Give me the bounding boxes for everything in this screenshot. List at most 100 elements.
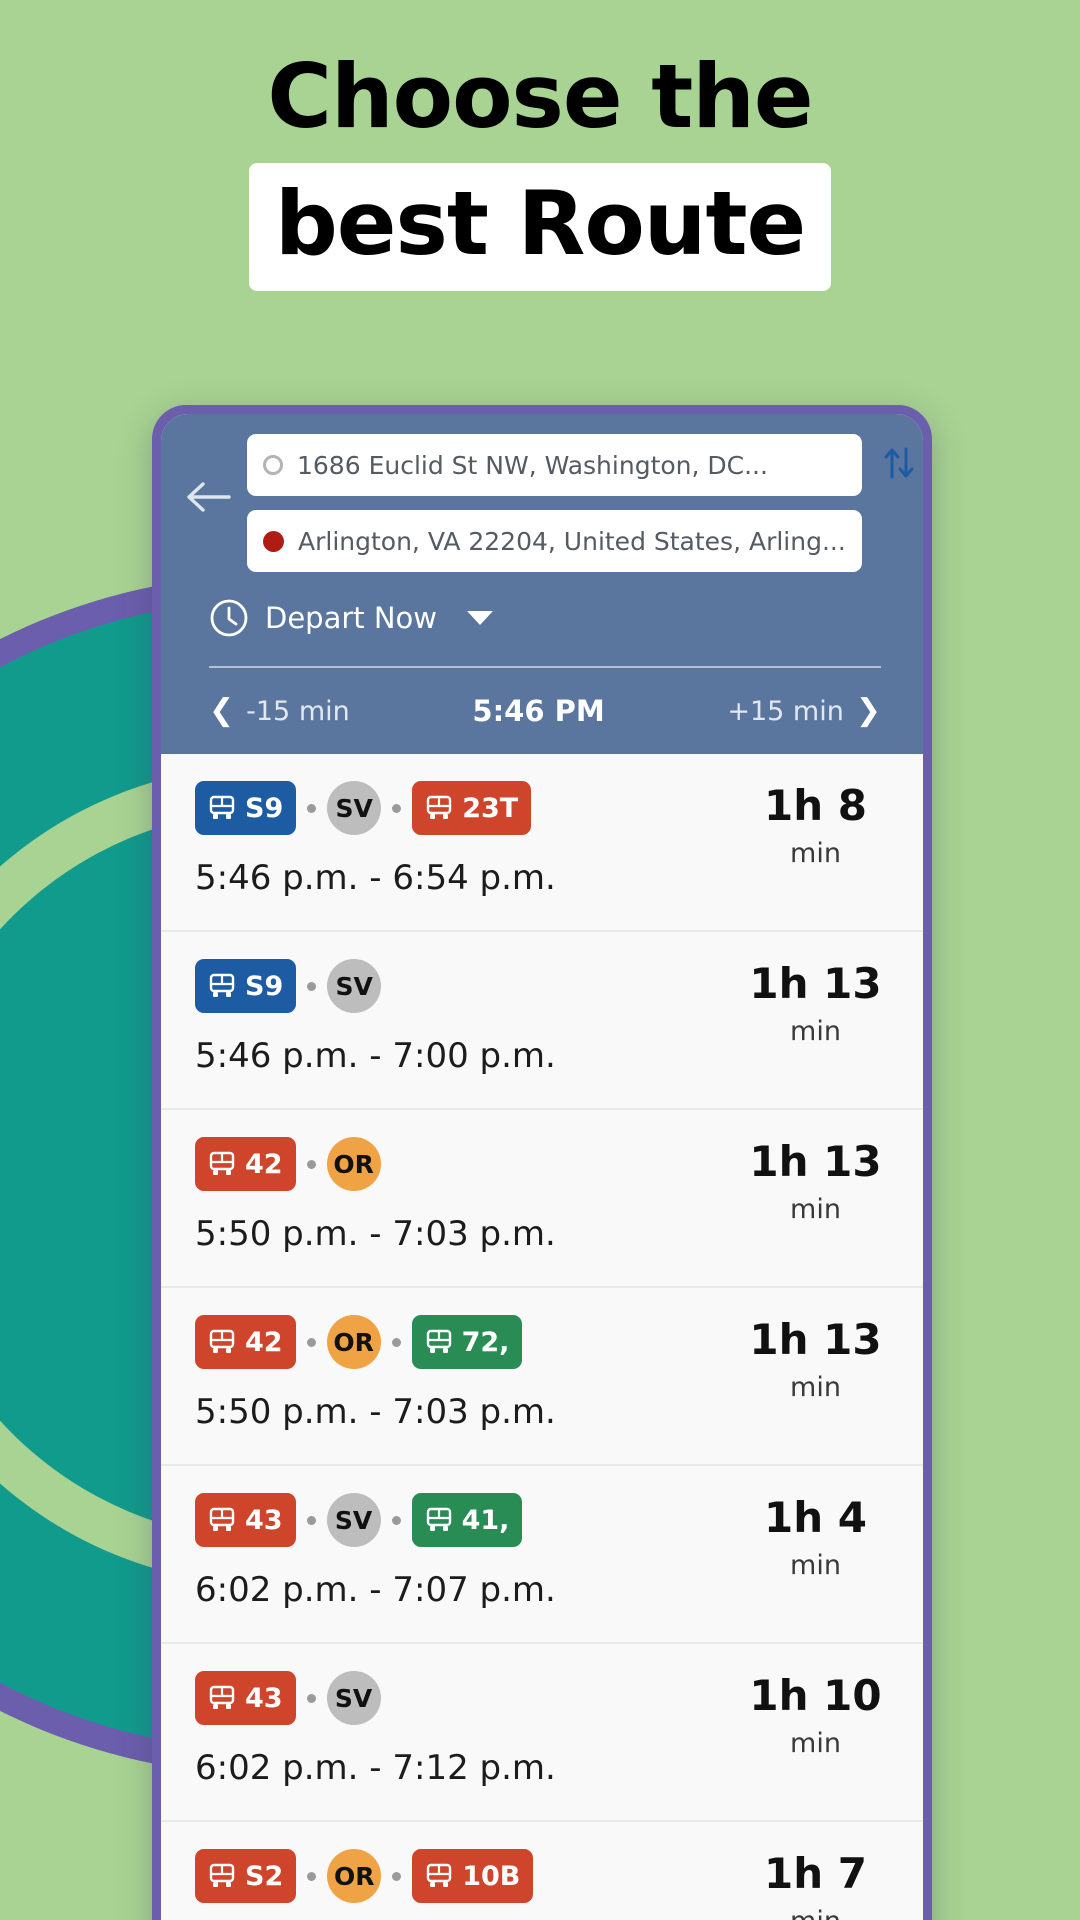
chevron-left-icon: ❮ — [209, 693, 235, 728]
bus-route-badge: 41, — [411, 1493, 523, 1547]
badge-label: S9 — [245, 792, 284, 824]
badge-label: 10B — [462, 1860, 521, 1892]
transfer-badge: SV — [327, 959, 382, 1013]
bus-route-badge: 10B — [412, 1849, 534, 1903]
bus-route-badge: S9 — [195, 959, 297, 1013]
route-row[interactable]: S9 SV 23T 5:46 p.m. - 6:54 p.m. 1h 8 min — [161, 754, 923, 932]
destination-value: Arlington, VA 22204, United States, Arli… — [298, 526, 846, 556]
bus-route-badge: 23T — [412, 781, 532, 835]
swap-locations-button[interactable] — [872, 434, 923, 496]
route-summary: 42 OR 5:50 p.m. - 7:03 p.m. — [161, 1136, 708, 1254]
transfer-badge: SV — [327, 781, 382, 835]
leg-separator-dot — [306, 1515, 316, 1525]
badge-label: 42 — [245, 1326, 283, 1358]
route-leg-badges: S9 SV 23T — [195, 780, 708, 836]
origin-value: 1686 Euclid St NW, Washington, DC... — [297, 450, 768, 480]
duration-unit: min — [790, 1728, 841, 1760]
badge-label: 23T — [462, 792, 519, 824]
leg-separator-dot — [306, 1337, 316, 1347]
duration-unit: min — [790, 1194, 841, 1226]
bus-route-badge: 43 — [195, 1493, 296, 1547]
route-summary: S9 SV 5:46 p.m. - 7:00 p.m. — [161, 958, 708, 1076]
leg-separator-dot — [306, 1693, 316, 1703]
duration-value: 1h 13 — [749, 1315, 882, 1364]
duration-unit: min — [790, 1550, 841, 1582]
route-summary: S2 OR 10B — [161, 1848, 708, 1920]
leg-separator-dot — [307, 803, 317, 813]
depart-label: Depart Now — [265, 601, 438, 635]
leg-separator-dot — [392, 1871, 402, 1881]
badge-label: SV — [334, 1683, 373, 1713]
route-row[interactable]: 42 OR 5:50 p.m. - 7:03 p.m. 1h 13 min — [161, 1110, 923, 1288]
duration-unit: min — [708, 1906, 923, 1920]
search-block: 1686 Euclid St NW, Washington, DC... Arl… — [161, 434, 923, 572]
bus-route-badge: 42 — [195, 1137, 296, 1191]
transfer-badge: OR — [327, 1849, 382, 1903]
badge-label: S2 — [245, 1860, 284, 1892]
route-duration: 1h 10 min — [708, 1670, 923, 1759]
duration-value: 1h 13 — [749, 1137, 882, 1186]
route-leg-badges: 43 SV 41, — [195, 1492, 708, 1548]
leg-separator-dot — [307, 981, 317, 991]
route-row[interactable]: 43 SV 6:02 p.m. - 7:12 p.m. 1h 10 min — [161, 1644, 923, 1822]
duration-value: 1h 4 — [764, 1493, 867, 1542]
badge-label: 72, — [461, 1326, 510, 1358]
badge-label: SV — [335, 971, 373, 1001]
prev-15-min-button[interactable]: ❮ -15 min — [209, 696, 350, 727]
route-time-range: 6:02 p.m. - 7:12 p.m. — [195, 1748, 556, 1788]
route-time-range: 5:50 p.m. - 7:03 p.m. — [195, 1392, 556, 1432]
route-leg-badges: 43 SV — [195, 1670, 708, 1726]
route-row[interactable]: S9 SV 5:46 p.m. - 7:00 p.m. 1h 13 min — [161, 932, 923, 1110]
route-leg-badges: S2 OR 10B — [195, 1848, 708, 1904]
badge-label: 43 — [245, 1682, 283, 1714]
badge-label: 41, — [461, 1504, 510, 1536]
duration-value: 1h 13 — [749, 959, 882, 1008]
route-duration: 1h 8 min — [708, 780, 923, 869]
duration-unit: min — [790, 838, 841, 870]
route-list[interactable]: S9 SV 23T 5:46 p.m. - 6:54 p.m. 1h 8 min S9 SV 5… — [161, 754, 923, 1920]
duration-unit: min — [790, 1372, 841, 1404]
headline-line-2-wrapper: best Route — [0, 162, 1080, 292]
route-summary: 43 SV 6:02 p.m. - 7:12 p.m. — [161, 1670, 708, 1788]
destination-field[interactable]: Arlington, VA 22204, United States, Arli… — [247, 510, 862, 572]
phone-screen: 1686 Euclid St NW, Washington, DC... Arl… — [161, 414, 923, 1920]
duration-value: 1h 7 — [764, 1849, 867, 1898]
route-row[interactable]: S2 OR 10B 1h 7 min — [161, 1822, 923, 1920]
transfer-badge: SV — [326, 1493, 381, 1547]
duration-value: 1h 10 — [749, 1671, 882, 1720]
badge-label: OR — [333, 1327, 374, 1357]
swap-vertical-icon — [882, 444, 916, 486]
bus-route-badge: S2 — [195, 1849, 297, 1903]
destination-dot-icon — [263, 530, 284, 552]
route-time-range: 6:02 p.m. - 7:07 p.m. — [195, 1570, 556, 1610]
badge-label: SV — [334, 1505, 373, 1535]
route-duration: 1h 4 min — [708, 1492, 923, 1581]
transfer-badge: OR — [326, 1137, 381, 1191]
leg-separator-dot — [391, 1515, 401, 1525]
time-navigation: ❮ -15 min 5:46 PM +15 min ❯ — [161, 668, 923, 754]
route-summary: S9 SV 23T 5:46 p.m. - 6:54 p.m. — [161, 780, 708, 898]
promo-headline: Choose the best Route — [0, 45, 1080, 292]
badge-label: 43 — [245, 1504, 283, 1536]
route-summary: 43 SV 41, 6:02 p.m. - 7:07 p.m. — [161, 1492, 708, 1610]
origin-field[interactable]: 1686 Euclid St NW, Washington, DC... — [247, 434, 862, 496]
route-leg-badges: 42 OR 72, — [195, 1314, 708, 1370]
route-duration: 1h 13 min — [708, 1314, 923, 1403]
next-15-min-button[interactable]: +15 min ❯ — [727, 696, 881, 727]
badge-label: 42 — [245, 1148, 283, 1180]
route-row[interactable]: 42 OR 72, 5:50 p.m. - 7:03 p.m. 1h 13 min — [161, 1288, 923, 1466]
route-leg-badges: S9 SV — [195, 958, 708, 1014]
route-time-range: 5:50 p.m. - 7:03 p.m. — [195, 1214, 556, 1254]
depart-selector[interactable]: Depart Now — [161, 572, 923, 638]
duration-unit: min — [790, 1016, 841, 1048]
route-leg-badges: 42 OR — [195, 1136, 708, 1192]
chevron-right-icon: ❯ — [855, 693, 881, 728]
transfer-badge: SV — [326, 1671, 381, 1725]
headline-line-1: Choose the — [267, 45, 813, 148]
badge-label: OR — [333, 1861, 375, 1891]
transfer-badge: OR — [326, 1315, 381, 1369]
back-button[interactable] — [179, 468, 237, 526]
prev-15-min-label: -15 min — [246, 695, 350, 727]
route-row[interactable]: 43 SV 41, 6:02 p.m. - 7:07 p.m. 1h 4 min — [161, 1466, 923, 1644]
bus-route-badge: 72, — [411, 1315, 523, 1369]
